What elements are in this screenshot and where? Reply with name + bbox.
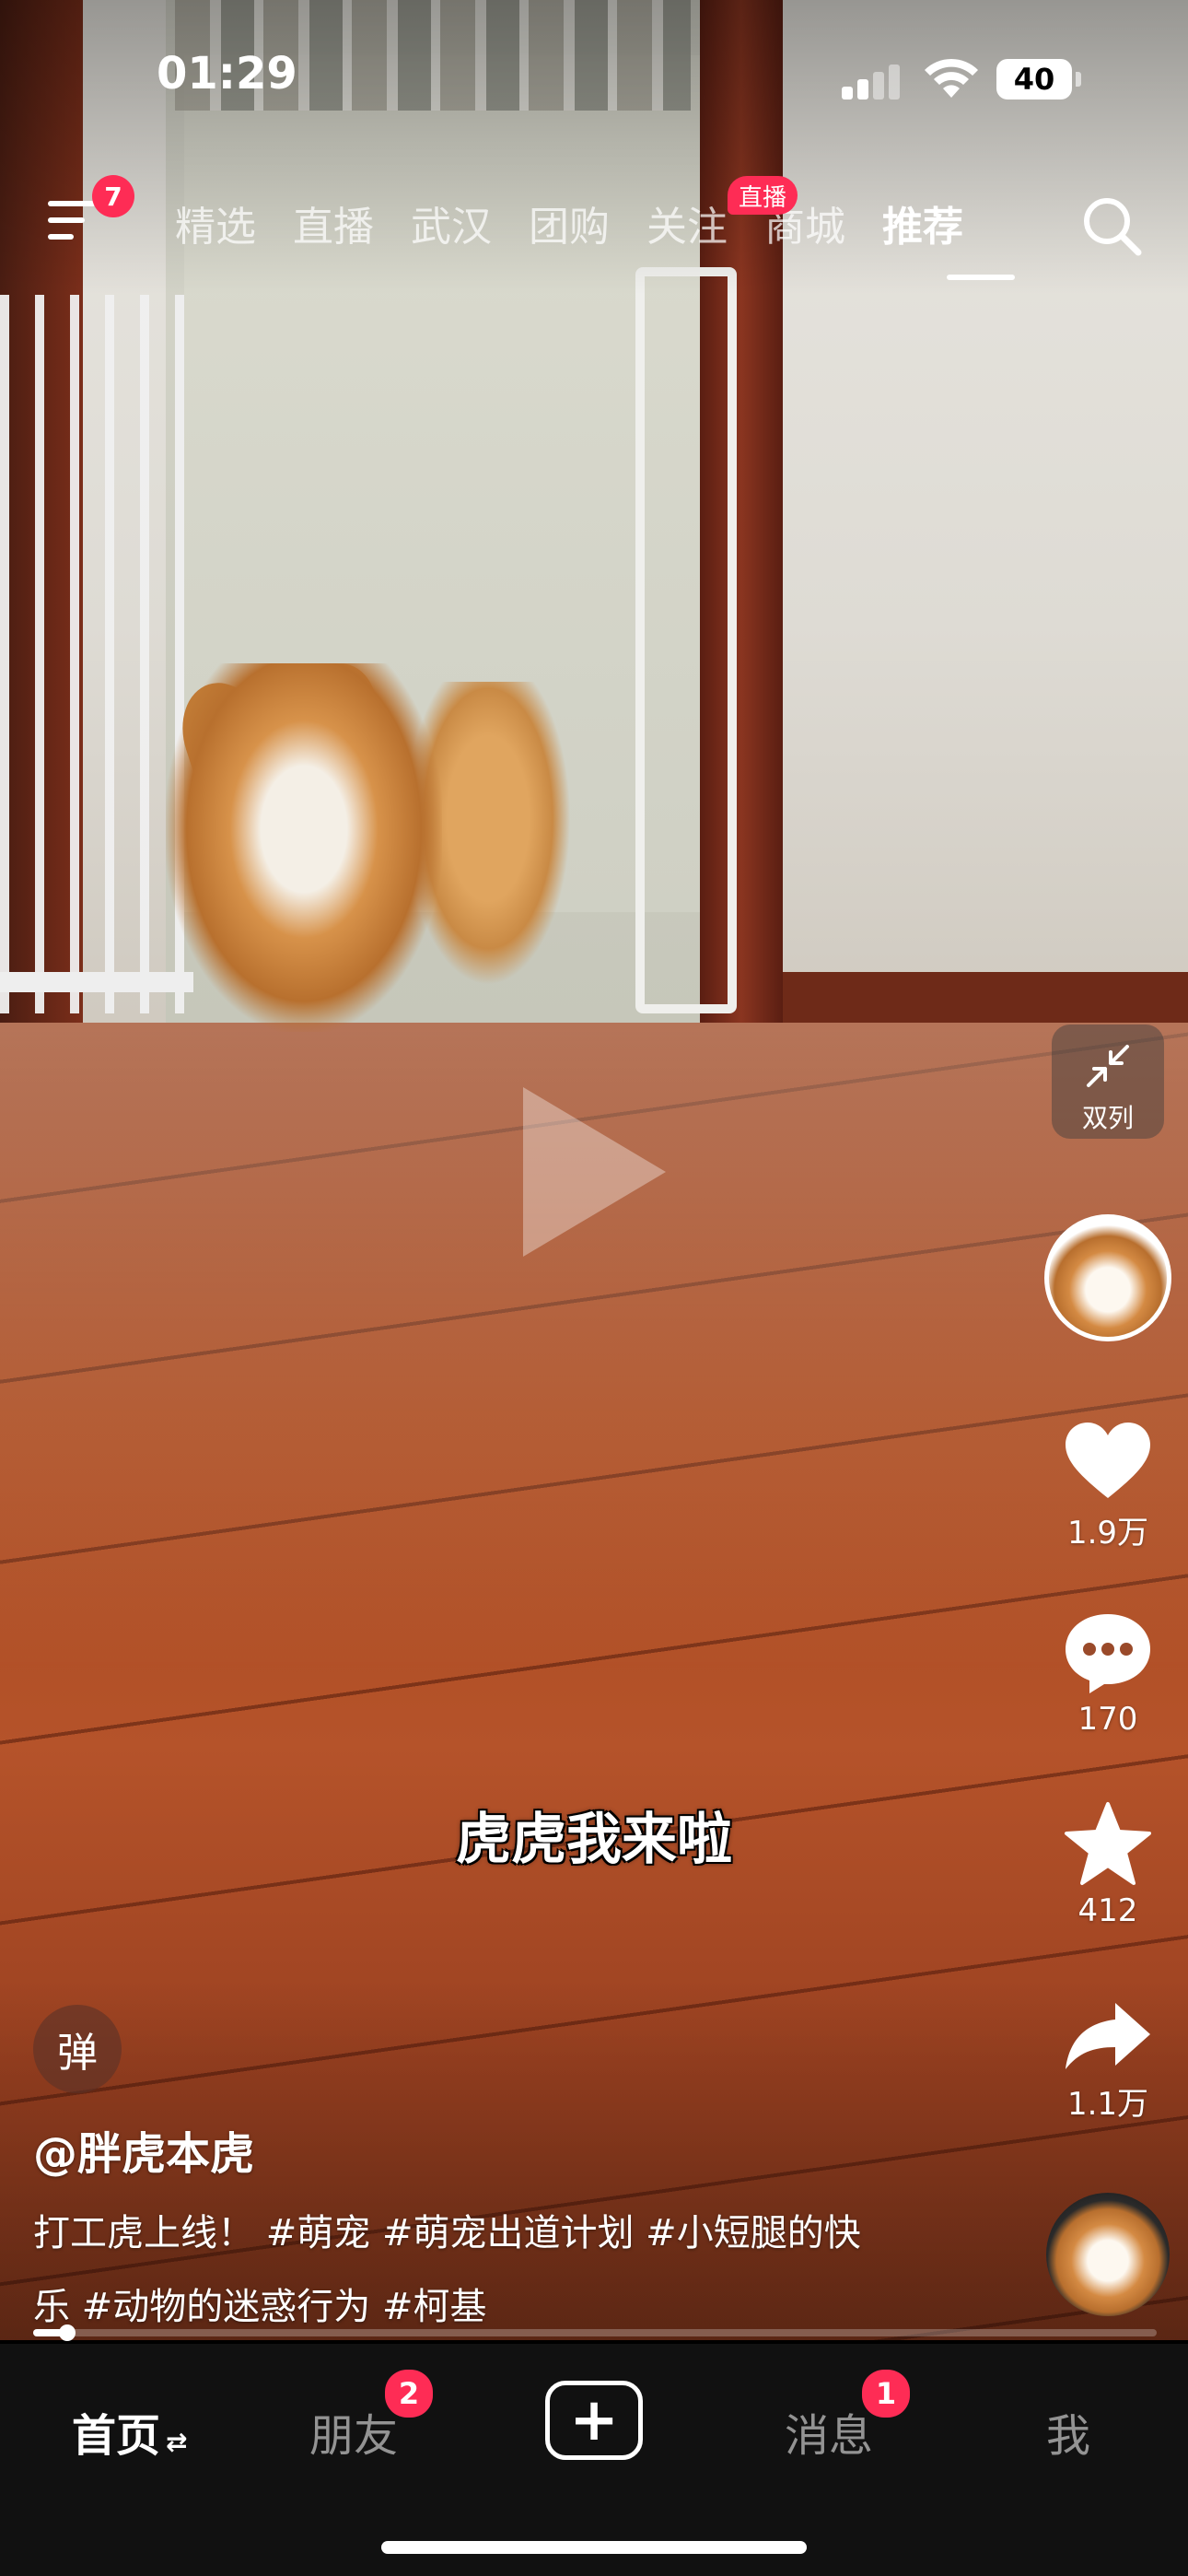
heart-icon — [1066, 1423, 1150, 1498]
tab-recommended[interactable]: 推荐 — [882, 193, 963, 258]
search-icon[interactable] — [1079, 193, 1146, 260]
home-indicator[interactable] — [381, 2541, 807, 2554]
video-frame-corgi — [166, 663, 442, 1032]
share-arrow-icon — [1066, 2003, 1150, 2069]
switch-arrows-icon: ⇄ — [166, 2427, 188, 2457]
status-time: 01:29 — [157, 48, 297, 100]
dual-column-button[interactable]: 双列 — [1052, 1025, 1164, 1139]
app-screen: 01:29 40 7 精选 直播 武汉 团购 关注 商城 推荐 直播 双列 1.… — [0, 0, 1188, 2576]
tab-home[interactable]: 首页 ⇄ — [72, 2399, 187, 2464]
video-frame-fence — [0, 295, 184, 1013]
friends-badge: 2 — [385, 2370, 433, 2418]
video-progress-knob[interactable] — [58, 2324, 76, 2341]
video-frame-gate — [635, 267, 737, 1013]
description-line: 打工虎上线！ #萌宠 #萌宠出道计划 #小短腿的快 — [33, 2212, 861, 2254]
tab-following[interactable]: 关注 — [646, 193, 728, 258]
video-frame-baseboard — [783, 972, 1188, 1027]
tab-friends[interactable]: 朋友 — [309, 2399, 398, 2464]
following-live-badge: 直播 — [728, 176, 798, 215]
video-progress-bar[interactable] — [33, 2324, 1157, 2341]
tab-home-label: 首页 — [72, 2410, 161, 2462]
dual-column-label: 双列 — [1081, 1103, 1134, 1133]
tab-live[interactable]: 直播 — [293, 193, 374, 258]
menu-notification-badge: 7 — [92, 175, 134, 217]
author-name[interactable]: @胖虎本虎 — [33, 2117, 254, 2182]
video-frame-fence-rail — [0, 972, 193, 992]
author-avatar[interactable] — [1044, 1214, 1171, 1341]
comment-count: 170 — [1077, 1701, 1138, 1738]
battery-nub — [1076, 72, 1081, 87]
comment-button[interactable]: 170 — [1050, 1610, 1166, 1738]
collapse-arrows-icon — [1087, 1045, 1129, 1087]
video-subtitle: 虎虎我来啦 — [456, 1808, 732, 1872]
tab-messages[interactable]: 消息 — [785, 2399, 873, 2464]
top-nav-tabs: 精选 直播 武汉 团购 关注 商城 推荐 — [175, 193, 1000, 258]
favorite-count: 412 — [1077, 1892, 1138, 1929]
play-icon[interactable] — [523, 1087, 666, 1257]
active-tab-indicator — [947, 275, 1015, 280]
comment-icon — [1066, 1614, 1150, 1693]
tab-featured[interactable]: 精选 — [175, 193, 256, 258]
create-button[interactable]: + — [545, 2381, 643, 2460]
tab-local-city[interactable]: 武汉 — [411, 193, 492, 258]
share-count: 1.1万 — [1066, 2086, 1149, 2123]
video-description[interactable]: 打工虎上线！ #萌宠 #萌宠出道计划 #小短腿的快 乐 #动物的迷惑行为 #柯基 — [33, 2196, 936, 2344]
like-button[interactable]: 1.9万 — [1050, 1419, 1166, 1552]
like-count: 1.9万 — [1066, 1515, 1149, 1551]
music-disc[interactable] — [1046, 2193, 1170, 2316]
tab-group-buy[interactable]: 团购 — [529, 193, 610, 258]
wifi-icon — [925, 58, 978, 98]
menu-icon[interactable] — [48, 201, 96, 241]
messages-badge: 1 — [862, 2370, 910, 2418]
battery-indicator: 40 — [996, 59, 1072, 100]
cellular-signal-icon — [842, 64, 901, 100]
share-button[interactable]: 1.1万 — [1050, 1999, 1166, 2124]
danmaku-toggle-button[interactable]: 弹 — [33, 2005, 122, 2093]
tab-me[interactable]: 我 — [1046, 2399, 1090, 2464]
